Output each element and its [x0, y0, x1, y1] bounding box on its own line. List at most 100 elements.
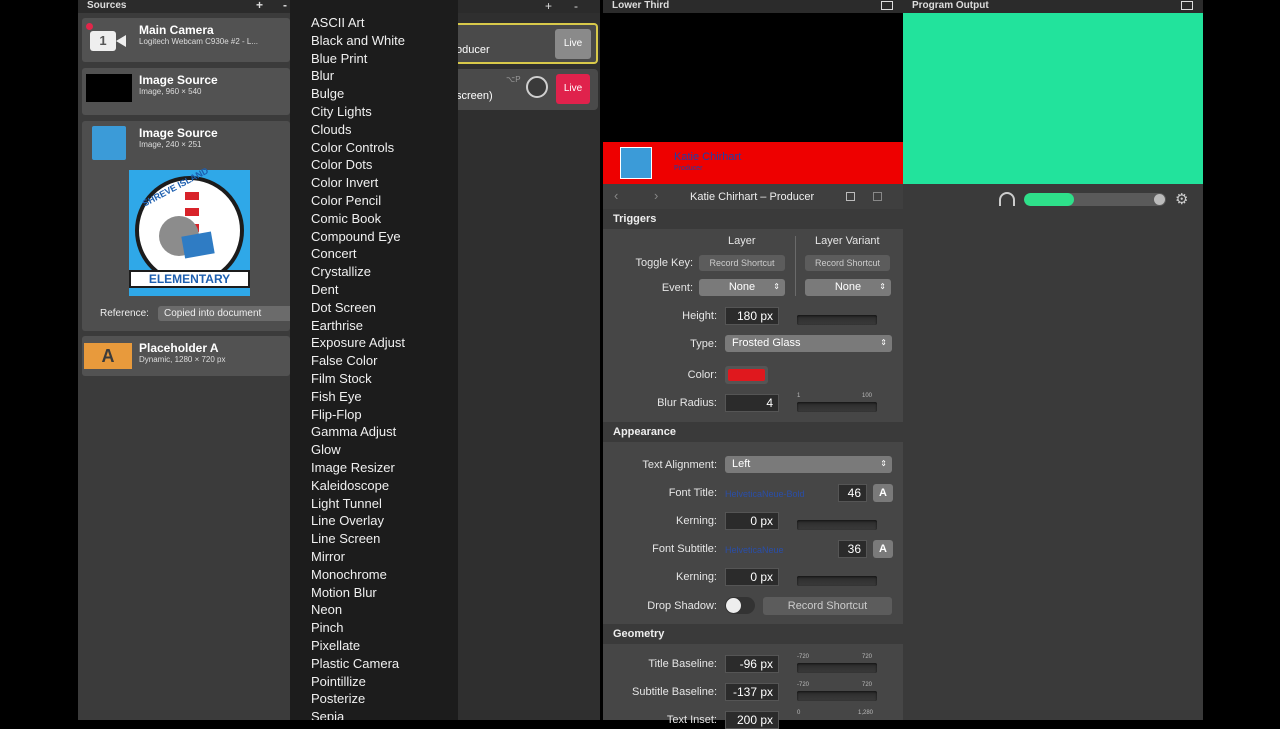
gear-icon[interactable]: ⚙	[1175, 190, 1188, 208]
font-title-size-field[interactable]: 46	[838, 484, 867, 502]
font-subtitle-size-field[interactable]: 36	[838, 540, 867, 558]
record-shortcut-layer-button[interactable]: Record Shortcut	[699, 255, 785, 271]
menu-item[interactable]: Sepia	[311, 709, 344, 720]
live-dot	[86, 23, 93, 30]
menu-item[interactable]: Mirror	[311, 549, 345, 565]
duplicate-icon[interactable]	[846, 192, 855, 201]
menu-item[interactable]: Dent	[311, 282, 338, 298]
menu-item[interactable]: Earthrise	[311, 318, 363, 334]
sources-remove-button[interactable]: -	[283, 0, 287, 11]
menu-item[interactable]: Line Screen	[311, 531, 380, 547]
kerning-title-slider[interactable]	[797, 520, 877, 530]
popout-icon[interactable]	[1181, 1, 1193, 10]
lower-third-header: Lower Third	[603, 0, 903, 13]
camera-badge-icon: 1	[90, 28, 128, 52]
menu-item[interactable]: Posterize	[311, 691, 365, 707]
source-item-image-1[interactable]: Image Source Image, 960 × 540	[82, 68, 290, 115]
kerning-title-field[interactable]: 0 px	[725, 512, 779, 530]
layers-add-button[interactable]: +	[545, 0, 552, 13]
drop-shadow-record-shortcut[interactable]: Record Shortcut	[763, 597, 892, 615]
blur-radius-slider[interactable]	[797, 402, 877, 412]
menu-item[interactable]: Pixellate	[311, 638, 360, 654]
menu-item[interactable]: Flip-Flop	[311, 407, 362, 423]
kerning-subtitle-slider[interactable]	[797, 576, 877, 586]
live-button[interactable]: Live	[555, 29, 591, 59]
title-baseline-slider[interactable]	[797, 663, 877, 673]
menu-item[interactable]: Light Tunnel	[311, 496, 382, 512]
menu-item[interactable]: ASCII Art	[311, 15, 364, 31]
menu-item[interactable]: Comic Book	[311, 211, 381, 227]
subtitle-baseline-field[interactable]: -137 px	[725, 683, 779, 701]
volume-knob[interactable]	[1154, 194, 1165, 205]
blur-max-label: 100	[862, 393, 873, 399]
menu-item[interactable]: City Lights	[311, 104, 372, 120]
audio-level-meter[interactable]	[1024, 193, 1166, 206]
menu-item[interactable]: Pointillize	[311, 674, 366, 690]
menu-item[interactable]: Fish Eye	[311, 389, 362, 405]
title-baseline-field[interactable]: -96 px	[725, 655, 779, 673]
select-chevron-icon: ⇕	[880, 459, 887, 468]
record-shortcut-variant-button[interactable]: Record Shortcut	[805, 255, 890, 271]
blur-min-label: 1	[797, 393, 801, 399]
menu-item[interactable]: Plastic Camera	[311, 656, 399, 672]
menu-item[interactable]: Color Pencil	[311, 193, 381, 209]
source-item-image-2[interactable]: Image Source Image, 240 × 251 SHREVE ISL…	[82, 121, 294, 331]
opacity-knob-icon[interactable]	[526, 76, 548, 98]
menu-item[interactable]: Crystallize	[311, 264, 371, 280]
title-baseline-max: 720	[862, 654, 873, 660]
menu-item[interactable]: Image Resizer	[311, 460, 395, 476]
menu-item[interactable]: Motion Blur	[311, 585, 377, 601]
menu-item[interactable]: Compound Eye	[311, 229, 401, 245]
menu-item[interactable]: Exposure Adjust	[311, 335, 405, 351]
menu-item[interactable]: Film Stock	[311, 371, 372, 387]
menu-item[interactable]: Blur	[311, 68, 334, 84]
menu-item[interactable]: Color Dots	[311, 157, 372, 173]
type-select[interactable]: Frosted Glass ⇕	[725, 335, 892, 352]
menu-item[interactable]: Bulge	[311, 86, 344, 102]
layer-row-screen[interactable]: screen) ⌥P Live	[456, 69, 598, 110]
layers-remove-button[interactable]: -	[574, 0, 578, 13]
menu-item[interactable]: Blue Print	[311, 51, 367, 67]
event-layer-select[interactable]: None ⇕	[699, 279, 785, 296]
kerning-subtitle-field[interactable]: 0 px	[725, 568, 779, 586]
blur-radius-field[interactable]: 4	[725, 394, 779, 412]
headphones-icon[interactable]	[999, 192, 1015, 206]
layer-row-producer[interactable]: oducer Live	[456, 23, 598, 64]
menu-item[interactable]: Monochrome	[311, 567, 387, 583]
popout-icon[interactable]	[881, 1, 893, 10]
menu-item[interactable]: Pinch	[311, 620, 344, 636]
text-inset-field[interactable]: 200 px	[725, 711, 779, 729]
placeholder-badge: A	[84, 343, 132, 369]
font-title-picker-button[interactable]: A	[873, 484, 893, 502]
sources-add-button[interactable]: +	[256, 0, 263, 11]
menu-item[interactable]: Neon	[311, 602, 342, 618]
event-variant-select[interactable]: None ⇕	[805, 279, 891, 296]
forward-arrow-icon[interactable]: ›	[654, 188, 658, 203]
height-field[interactable]: 180 px	[725, 307, 779, 325]
reference-select[interactable]: Copied into document	[158, 306, 294, 321]
menu-item[interactable]: Color Controls	[311, 140, 394, 156]
menu-item[interactable]: Kaleidoscope	[311, 478, 389, 494]
source-item-placeholder-a[interactable]: A Placeholder A Dynamic, 1280 × 720 px	[82, 336, 290, 376]
live-button[interactable]: Live	[556, 74, 590, 104]
back-arrow-icon[interactable]: ‹	[614, 188, 618, 203]
menu-item[interactable]: Color Invert	[311, 175, 378, 191]
menu-item[interactable]: Black and White	[311, 33, 405, 49]
drop-shadow-toggle[interactable]	[725, 597, 755, 614]
menu-item[interactable]: Concert	[311, 246, 357, 262]
copy-icon[interactable]	[873, 192, 882, 201]
color-well[interactable]	[725, 366, 768, 384]
height-slider[interactable]	[797, 315, 877, 325]
text-alignment-select[interactable]: Left ⇕	[725, 456, 892, 473]
font-subtitle-picker-button[interactable]: A	[873, 540, 893, 558]
layer-nav-bar: ‹ › Katie Chirhart – Producer	[603, 184, 903, 209]
menu-item[interactable]: Dot Screen	[311, 300, 376, 316]
menu-item[interactable]: False Color	[311, 353, 377, 369]
subtitle-baseline-slider[interactable]	[797, 691, 877, 701]
drop-shadow-label: Drop Shadow:	[647, 600, 717, 612]
menu-item[interactable]: Clouds	[311, 122, 351, 138]
menu-item[interactable]: Gamma Adjust	[311, 424, 396, 440]
menu-item[interactable]: Line Overlay	[311, 513, 384, 529]
menu-item[interactable]: Glow	[311, 442, 341, 458]
source-item-main-camera[interactable]: 1 Main Camera Logitech Webcam C930e #2 -…	[82, 18, 290, 62]
